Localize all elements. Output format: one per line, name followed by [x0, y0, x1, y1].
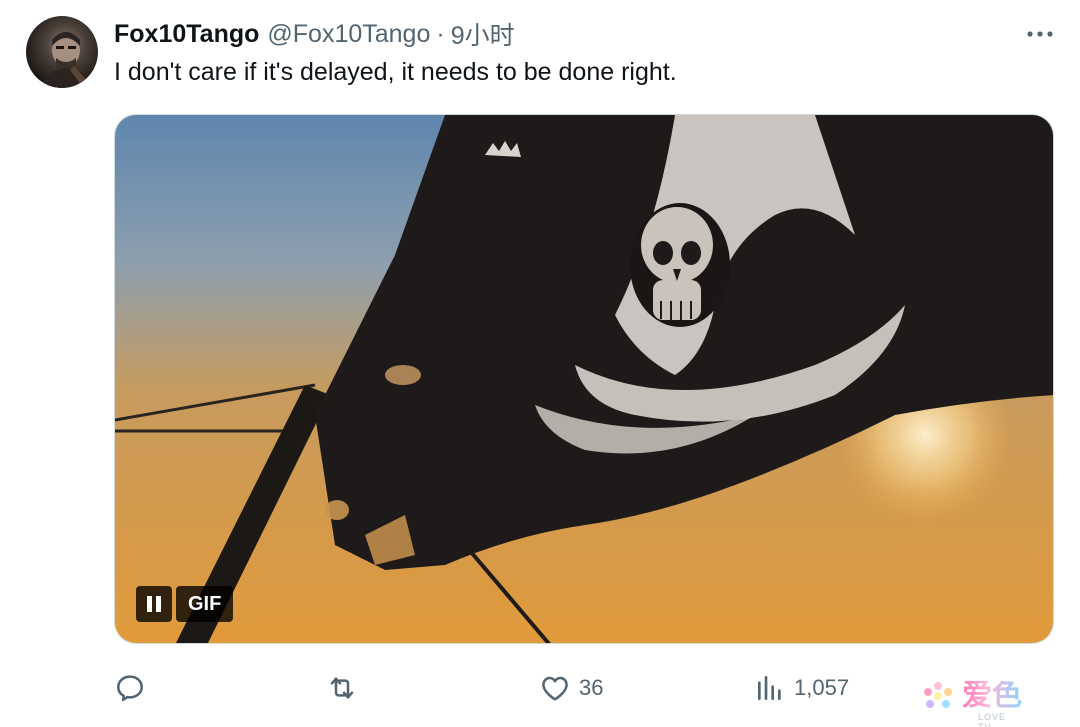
like-count: 36 [579, 675, 604, 700]
timestamp[interactable]: 9小时 [451, 16, 515, 52]
pirate-flag-image [115, 115, 1053, 643]
ellipsis-icon [1027, 31, 1053, 37]
reply-icon [117, 675, 144, 702]
retweet-button[interactable] [326, 666, 366, 710]
views-button[interactable]: 1,057 [754, 666, 849, 710]
tweet-text: I don't care if it's delayed, it needs t… [114, 58, 677, 86]
views-bar-icon [758, 676, 781, 700]
retweet-icon [330, 677, 354, 699]
separator-dot: · [436, 19, 445, 48]
avatar-image [40, 32, 92, 88]
like-button[interactable]: 36 [539, 666, 603, 710]
action-bar: 36 1,057 [114, 666, 1054, 710]
watermark-text: 爱色 [962, 679, 1022, 712]
watermark: 爱色 LOVE TV [920, 678, 1022, 727]
flower-icon [924, 682, 952, 708]
watermark-subtext: LOVE TV [978, 712, 1007, 727]
gif-badge: GIF [176, 586, 234, 622]
more-options-button[interactable] [1024, 20, 1056, 48]
views-count: 1,057 [794, 675, 850, 700]
tweet-header: Fox10Tango @Fox10Tango · 9小时 [114, 16, 515, 52]
reply-button[interactable] [114, 666, 154, 710]
avatar[interactable] [26, 16, 98, 88]
heart-icon [542, 676, 568, 701]
gif-media[interactable] [114, 114, 1054, 644]
pause-button[interactable] [136, 586, 172, 622]
pause-icon [147, 596, 152, 612]
user-handle[interactable]: @Fox10Tango [267, 20, 430, 49]
gif-controls: GIF [136, 586, 234, 622]
tweet-card: Fox10Tango @Fox10Tango · 9小时 I don't car… [0, 0, 1080, 727]
display-name[interactable]: Fox10Tango [114, 20, 259, 49]
